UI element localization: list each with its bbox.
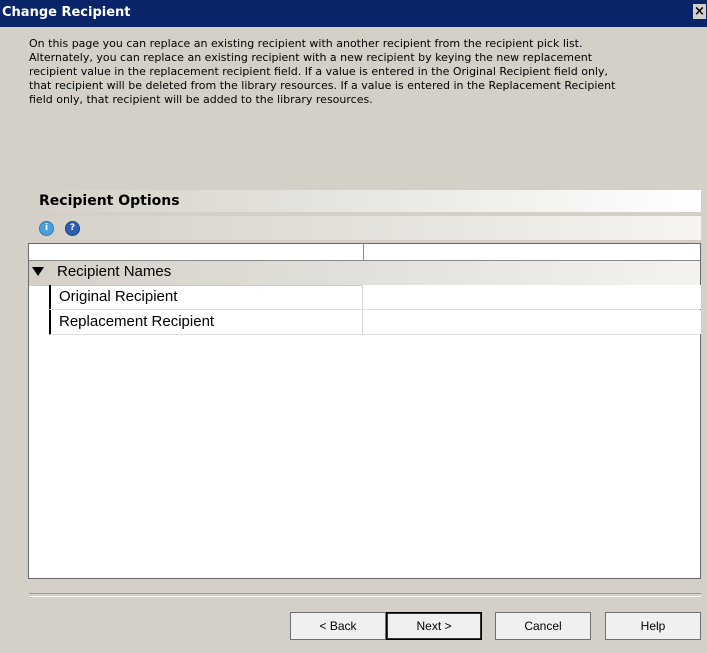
cancel-button[interactable]: Cancel bbox=[495, 612, 591, 640]
property-name: Replacement Recipient bbox=[50, 310, 363, 334]
replacement-recipient-field[interactable] bbox=[363, 310, 701, 334]
column-divider[interactable] bbox=[363, 244, 364, 260]
property-name: Original Recipient bbox=[50, 285, 363, 309]
property-row-original-recipient[interactable]: Original Recipient bbox=[49, 285, 701, 310]
window-title: Change Recipient bbox=[2, 5, 131, 20]
recipient-options-header: Recipient Options bbox=[29, 190, 701, 212]
close-button[interactable]: × bbox=[693, 4, 706, 19]
help-button[interactable]: Help bbox=[605, 612, 701, 640]
property-toolbar: i ? bbox=[29, 216, 701, 240]
next-button[interactable]: Next > bbox=[386, 612, 482, 640]
title-bar: Change Recipient × bbox=[0, 0, 707, 27]
separator bbox=[29, 593, 701, 597]
info-icon[interactable]: i bbox=[39, 221, 54, 236]
back-button[interactable]: < Back bbox=[290, 612, 386, 640]
property-grid: Recipient Names Original Recipient Repla… bbox=[28, 243, 701, 579]
group-row-recipient-names[interactable]: Recipient Names bbox=[29, 261, 700, 286]
original-recipient-field[interactable] bbox=[363, 285, 701, 309]
collapse-arrow-icon[interactable] bbox=[32, 267, 44, 276]
property-row-replacement-recipient[interactable]: Replacement Recipient bbox=[49, 310, 701, 335]
section-title: Recipient Options bbox=[39, 193, 180, 209]
grid-header bbox=[29, 244, 700, 261]
help-icon[interactable]: ? bbox=[65, 221, 80, 236]
group-label: Recipient Names bbox=[57, 263, 172, 280]
page-description: On this page you can replace an existing… bbox=[29, 37, 616, 106]
